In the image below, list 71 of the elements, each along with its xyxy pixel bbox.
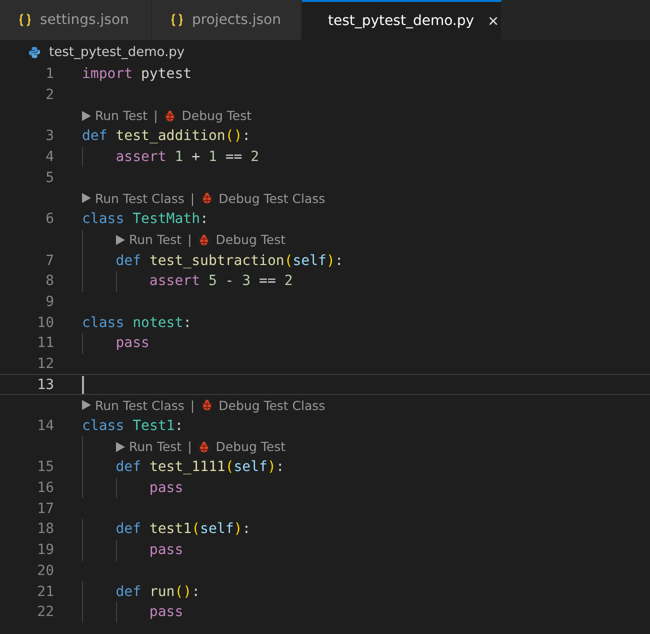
play-icon bbox=[116, 234, 125, 245]
play-icon bbox=[116, 442, 125, 452]
play-icon bbox=[82, 400, 91, 410]
line-number: 12 bbox=[36, 356, 54, 372]
line-number: 15 bbox=[36, 459, 54, 476]
line-number: 18 bbox=[36, 521, 54, 538]
code-line: def run(): bbox=[114, 584, 200, 600]
line-number: 14 bbox=[36, 418, 54, 434]
separator: | bbox=[188, 439, 192, 454]
code-line: assert 5 - 3 == 2 bbox=[148, 273, 293, 290]
code-line: pass bbox=[148, 542, 184, 558]
run-test-link[interactable]: Run Test Class bbox=[95, 398, 184, 413]
line-number: 5 bbox=[44, 170, 54, 186]
line-number: 6 bbox=[44, 211, 54, 228]
run-test-link[interactable]: Run Test bbox=[129, 232, 182, 248]
line-number: 16 bbox=[36, 480, 54, 496]
run-test-link[interactable]: Run Test bbox=[95, 108, 148, 124]
line-number: 11 bbox=[36, 335, 54, 352]
separator: | bbox=[188, 232, 192, 248]
debug-test-link[interactable]: Debug Test bbox=[182, 108, 252, 124]
line-number: 2 bbox=[44, 87, 54, 104]
line-number: 20 bbox=[36, 562, 54, 579]
code-line: def test_1111(self): bbox=[114, 459, 284, 476]
debug-test-link[interactable]: Debug Test bbox=[216, 232, 286, 248]
line-number: 4 bbox=[44, 149, 54, 166]
debug-test-link[interactable]: Debug Test bbox=[216, 439, 286, 454]
code-line: assert 1 + 1 == 2 bbox=[114, 149, 260, 166]
separator: | bbox=[190, 190, 195, 206]
line-number: 22 bbox=[36, 604, 54, 620]
braces-icon bbox=[18, 13, 32, 27]
play-icon bbox=[82, 193, 91, 204]
line-number: 13 bbox=[36, 376, 54, 393]
line-number: 1 bbox=[44, 66, 54, 82]
play-icon bbox=[82, 110, 91, 121]
code-line: pass bbox=[148, 604, 184, 620]
bug-icon bbox=[200, 192, 213, 204]
editor-tab[interactable]: test_pytest_demo.py × bbox=[302, 0, 502, 40]
code-line: import pytest bbox=[82, 66, 192, 82]
line-number: 8 bbox=[44, 273, 54, 290]
line-number: 10 bbox=[36, 314, 54, 331]
code-line: class TestMath: bbox=[82, 211, 208, 228]
code-line: pass bbox=[148, 480, 184, 496]
bug-icon bbox=[164, 110, 176, 122]
separator: | bbox=[154, 108, 158, 124]
editor-tab[interactable]: projects.json bbox=[152, 0, 302, 40]
code-line: def test_subtraction(self): bbox=[114, 252, 344, 269]
separator: | bbox=[190, 398, 195, 413]
close-button[interactable]: × bbox=[486, 12, 501, 30]
code-line: class Test1: bbox=[82, 418, 184, 434]
run-test-link[interactable]: Run Test bbox=[129, 439, 182, 454]
code-line: pass bbox=[114, 335, 150, 352]
line-number: 9 bbox=[44, 294, 54, 310]
code-line: def test_addition(): bbox=[82, 128, 251, 144]
text-cursor bbox=[82, 376, 84, 394]
debug-test-link[interactable]: Debug Test Class bbox=[218, 398, 326, 413]
braces-icon bbox=[170, 13, 184, 27]
bug-icon bbox=[198, 234, 210, 246]
breadcrumb-item[interactable]: test_pytest_demo.py bbox=[49, 44, 185, 60]
line-number: 19 bbox=[36, 542, 54, 558]
line-number: 3 bbox=[44, 128, 54, 144]
line-number: 7 bbox=[44, 252, 54, 269]
run-test-link[interactable]: Run Test Class bbox=[95, 190, 184, 206]
bug-icon bbox=[198, 440, 210, 453]
line-number: 21 bbox=[36, 584, 54, 600]
editor-tab[interactable]: settings.json bbox=[0, 0, 152, 40]
bug-icon bbox=[200, 399, 213, 412]
line-number: 17 bbox=[36, 500, 54, 517]
debug-test-link[interactable]: Debug Test Class bbox=[218, 190, 326, 206]
python-icon bbox=[28, 46, 41, 58]
code-line: class notest: bbox=[82, 314, 192, 331]
code-line: def test1(self): bbox=[114, 521, 251, 538]
